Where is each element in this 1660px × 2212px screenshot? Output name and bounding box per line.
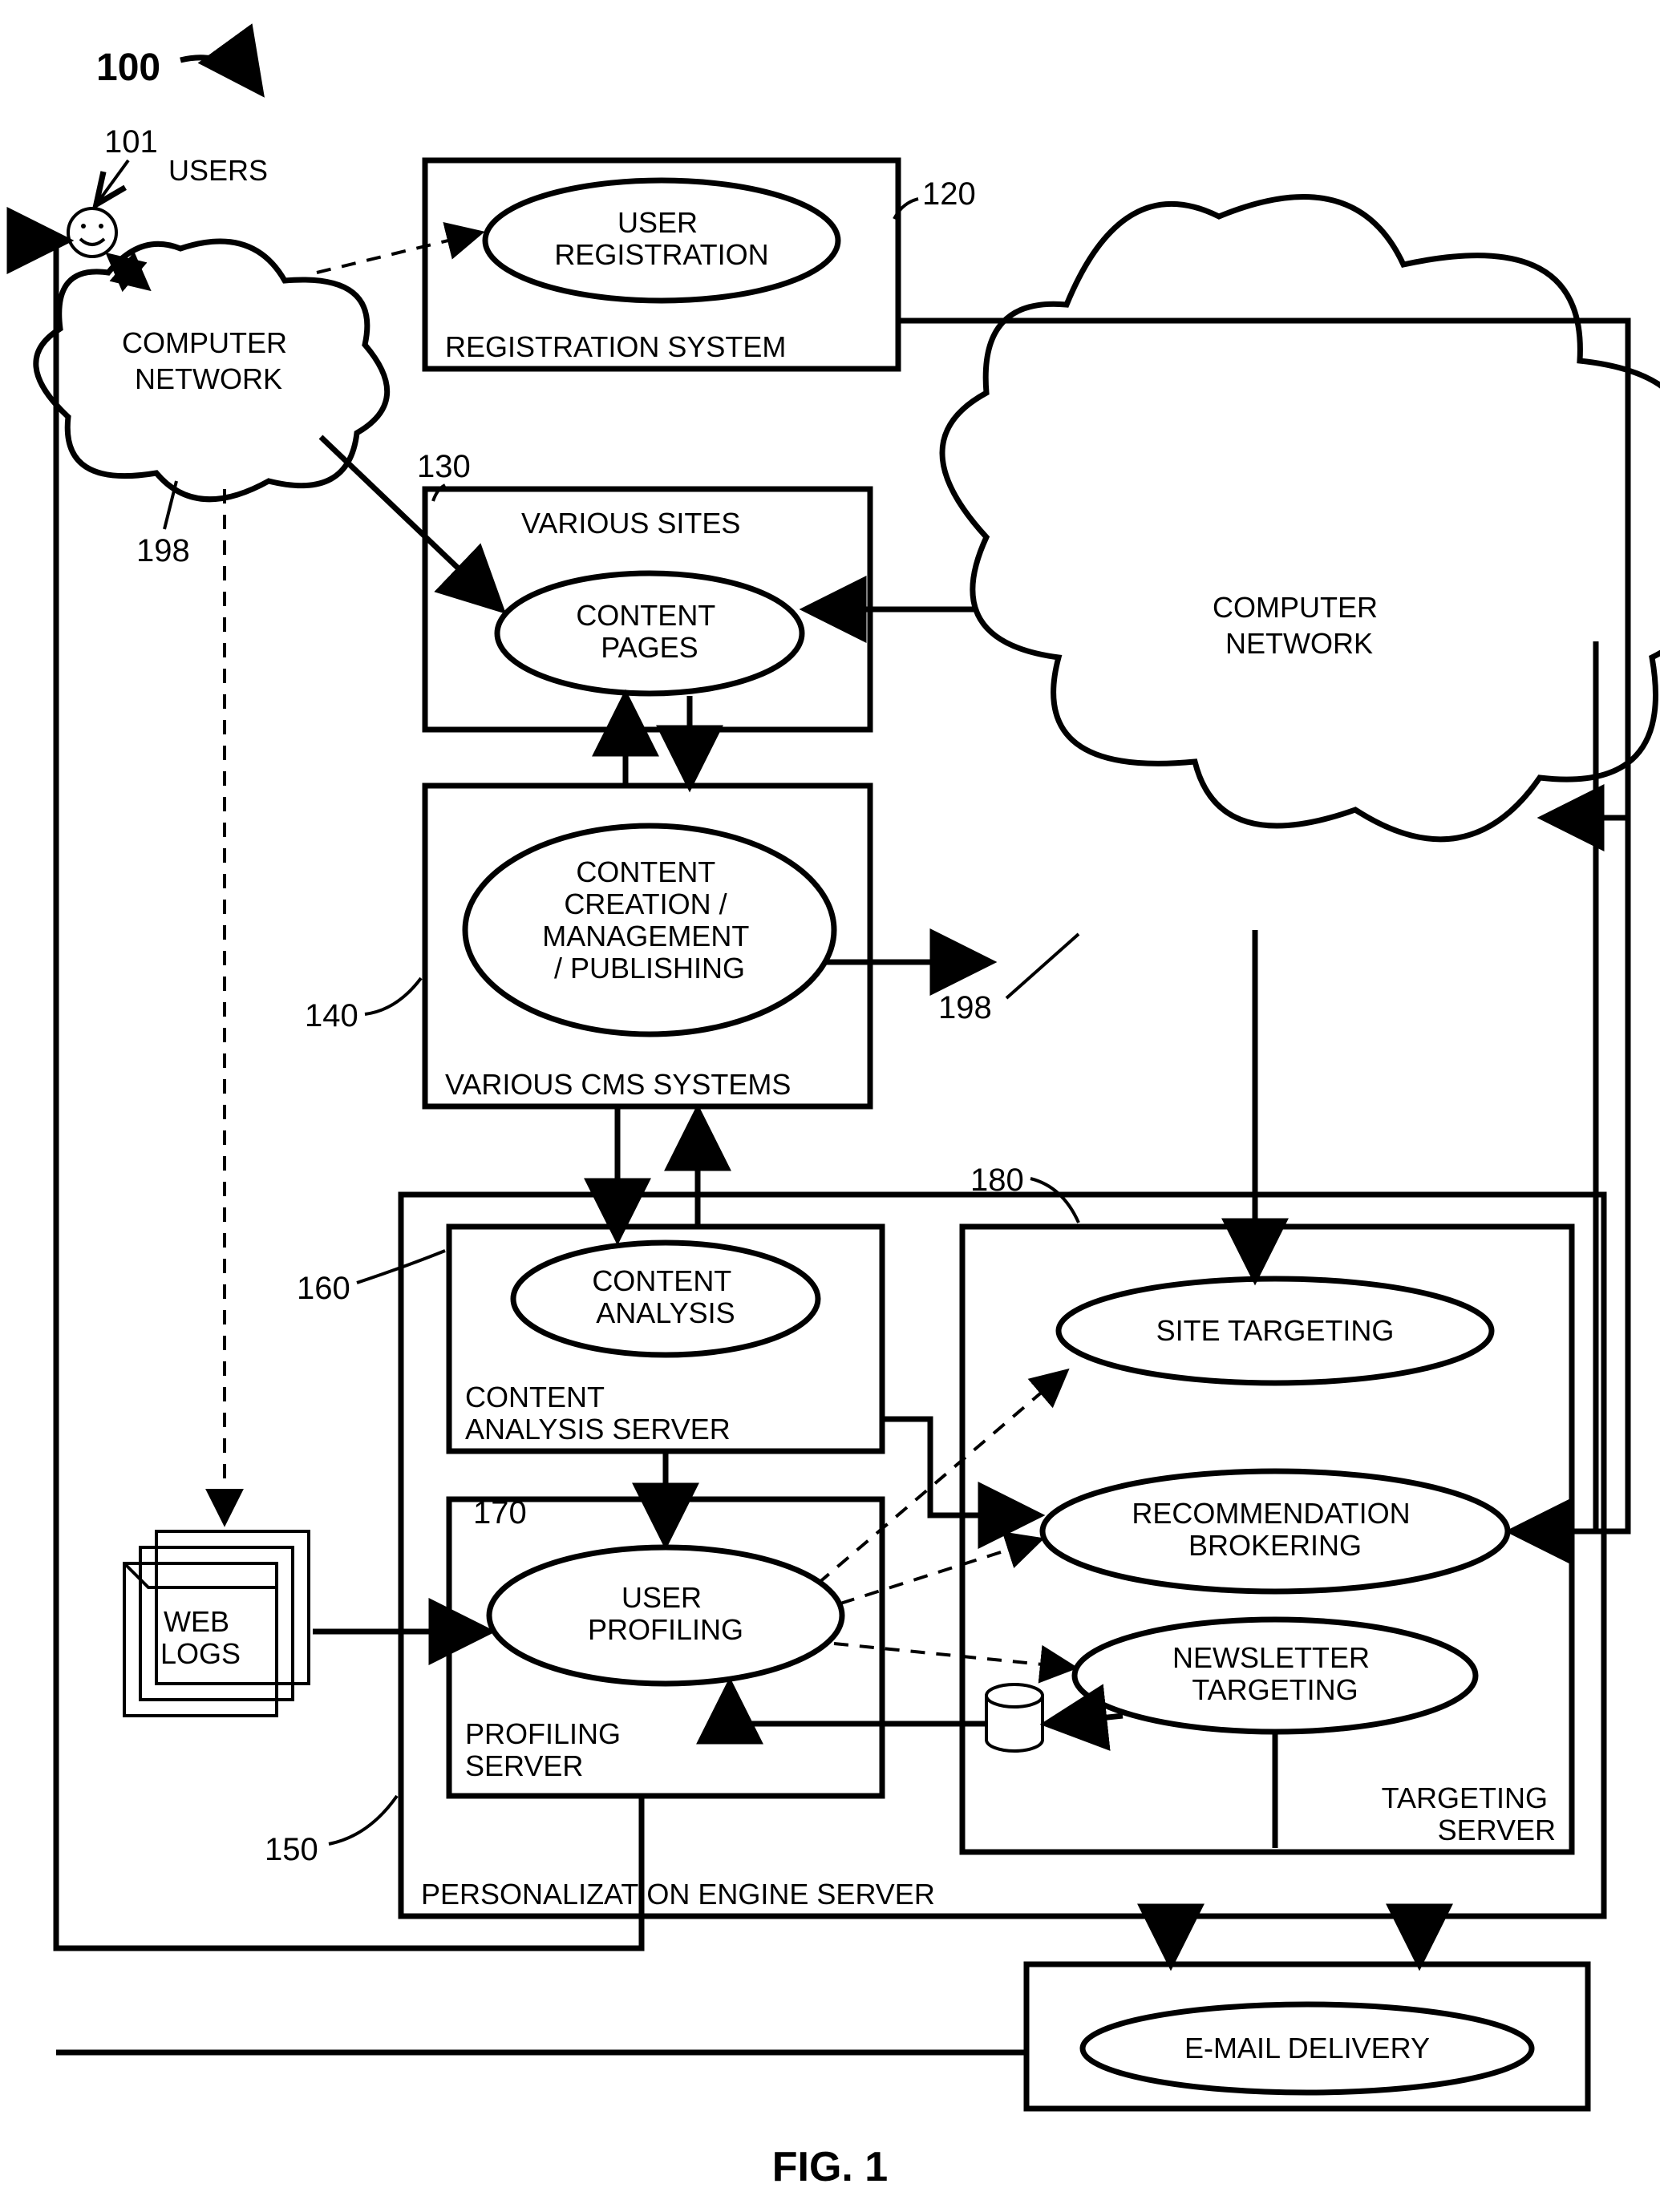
registration-system-box: REGISTRATION SYSTEM USER REGISTRATION xyxy=(425,160,898,369)
arrow-cloud-registration xyxy=(317,233,481,273)
ref-150-leader xyxy=(329,1796,397,1844)
cms-l4: / PUBLISHING xyxy=(554,952,745,985)
database-icon xyxy=(986,1684,1043,1751)
cloud1-line2: NETWORK xyxy=(135,362,282,395)
wl-l1: WEB xyxy=(164,1605,229,1638)
ca-l2: ANALYSIS xyxy=(596,1296,735,1329)
ref-140-leader xyxy=(365,978,421,1014)
user-reg-line1: USER xyxy=(617,206,698,239)
up-l1: USER xyxy=(621,1581,702,1614)
figure-caption: FIG. 1 xyxy=(772,2144,888,2190)
ref-140: 140 xyxy=(305,998,358,1033)
ref-100-hook xyxy=(180,58,261,92)
svg-text:COMPUTER NETWORK: COMPUTER NETWORK xyxy=(1213,591,1386,660)
cas-l1: CONTENT xyxy=(465,1381,605,1413)
registration-system-label: REGISTRATION SYSTEM xyxy=(445,330,786,363)
rb-l2: BROKERING xyxy=(1188,1529,1362,1562)
ref-180: 180 xyxy=(970,1163,1024,1198)
svg-text:CONTENT ANALYSIS SERVER: CONTENT ANALYSIS SERVER xyxy=(465,1381,731,1446)
email-delivery-label: E-MAIL DELIVERY xyxy=(1184,2032,1430,2064)
various-sites-box: VARIOUS SITES CONTENT PAGES xyxy=(425,489,870,730)
nl-l1: NEWSLETTER xyxy=(1172,1641,1370,1674)
svg-text:USER PROFILING: USER PROFILING xyxy=(588,1581,743,1646)
ref-120: 120 xyxy=(922,176,976,212)
svg-text:TARGETING SERVER: TARGETING SERVER xyxy=(1382,1781,1556,1846)
diagram-canvas: 100 101 USERS COMPUTER NETWORK 198 COMPU… xyxy=(0,0,1660,2212)
arrow-news-db xyxy=(1047,1716,1123,1724)
ref-150: 150 xyxy=(265,1832,318,1867)
ref-198-left: 198 xyxy=(136,533,190,568)
up-l2: PROFILING xyxy=(588,1613,743,1646)
various-sites-label: VARIOUS SITES xyxy=(521,507,740,540)
cms-l3: MANAGEMENT xyxy=(542,920,749,952)
arrow-db-profiling xyxy=(730,1684,986,1724)
site-targeting-label: SITE TARGETING xyxy=(1156,1314,1395,1347)
rb-l1: RECOMMENDATION xyxy=(1132,1497,1410,1530)
ps-l1: PROFILING xyxy=(465,1717,621,1750)
cloud-network-right: COMPUTER NETWORK xyxy=(942,197,1660,839)
arrow-prof-news xyxy=(834,1644,1075,1668)
nl-l2: TARGETING xyxy=(1192,1673,1358,1706)
cloud2-line1: COMPUTER xyxy=(1213,591,1378,624)
arrow-user-cloud xyxy=(108,255,148,289)
svg-text:RECOMMENDATION BROKERING: RECOMMENDATION BROKERING xyxy=(1132,1497,1418,1562)
cloud-network-left: COMPUTER NETWORK xyxy=(36,241,387,499)
arrow-prof-site xyxy=(818,1371,1067,1583)
email-delivery-box: E-MAIL DELIVERY xyxy=(1026,1964,1588,2109)
svg-text:CONTENT PAGES: CONTENT PAGES xyxy=(576,599,723,664)
svg-text:PROFILING SERVER: PROFILING SERVER xyxy=(465,1717,629,1782)
content-analysis-server-box: CONTENT ANALYSIS SERVER CONTENT ANALYSIS xyxy=(449,1227,882,1451)
ref-130: 130 xyxy=(417,449,471,484)
svg-text:NEWSLETTER TARGETING: NEWSLETTER TARGETING xyxy=(1172,1641,1378,1706)
wl-l2: LOGS xyxy=(160,1637,241,1670)
cms-box: VARIOUS CMS SYSTEMS CONTENT CREATION / M… xyxy=(425,786,870,1106)
cloud2-line2: NETWORK xyxy=(1225,627,1373,660)
profiling-server-box: PROFILING SERVER USER PROFILING xyxy=(449,1499,882,1796)
ps-l2: SERVER xyxy=(465,1749,583,1782)
ref-160: 160 xyxy=(297,1271,350,1306)
ref-100: 100 xyxy=(96,47,160,89)
svg-text:COMPUTER NETWORK: COMPUTER NETWORK xyxy=(122,326,295,395)
svg-text:USER REGISTRATION: USER REGISTRATION xyxy=(554,206,768,271)
cloud1-line1: COMPUTER xyxy=(122,326,287,359)
ref-198-leader-right xyxy=(1006,934,1079,998)
svg-text:CONTENT ANALYSIS: CONTENT ANALYSIS xyxy=(592,1264,739,1329)
arrow-cloud-contentpages xyxy=(321,437,501,609)
ca-l1: CONTENT xyxy=(592,1264,731,1297)
ref-198-right: 198 xyxy=(938,990,992,1025)
ref-180-leader xyxy=(1030,1179,1079,1223)
user-icon xyxy=(68,208,116,257)
users-label: USERS xyxy=(168,154,268,187)
svg-text:WEB LOGS: WEB LOGS xyxy=(160,1605,241,1670)
ref-101: 101 xyxy=(104,124,158,160)
user-reg-line2: REGISTRATION xyxy=(554,238,768,271)
cms-l2: CREATION / xyxy=(564,888,727,920)
ts-l2: SERVER xyxy=(1438,1814,1556,1846)
svg-text:CONTENT CREATION / MAN: CONTENT CREATION / MANAGEMENT / PUBLISHI… xyxy=(542,855,756,985)
content-pages-l1: CONTENT xyxy=(576,599,715,632)
ts-l1: TARGETING xyxy=(1382,1781,1548,1814)
cms-l1: CONTENT xyxy=(576,855,715,888)
arrow-prof-reco xyxy=(840,1539,1041,1603)
ref-170: 170 xyxy=(473,1495,527,1531)
cms-label: VARIOUS CMS SYSTEMS xyxy=(445,1068,791,1101)
targeting-server-box: TARGETING SERVER SITE TARGETING RECOMMEN… xyxy=(962,1227,1572,1852)
web-logs-icon: WEB LOGS xyxy=(124,1531,309,1716)
arrow-reg-reco xyxy=(898,321,1628,1531)
pers-engine-label: PERSONALIZATION ENGINE SERVER xyxy=(421,1878,935,1911)
cas-l2: ANALYSIS SERVER xyxy=(465,1413,731,1446)
content-pages-l2: PAGES xyxy=(601,631,698,664)
ref-101-leader xyxy=(96,160,128,204)
